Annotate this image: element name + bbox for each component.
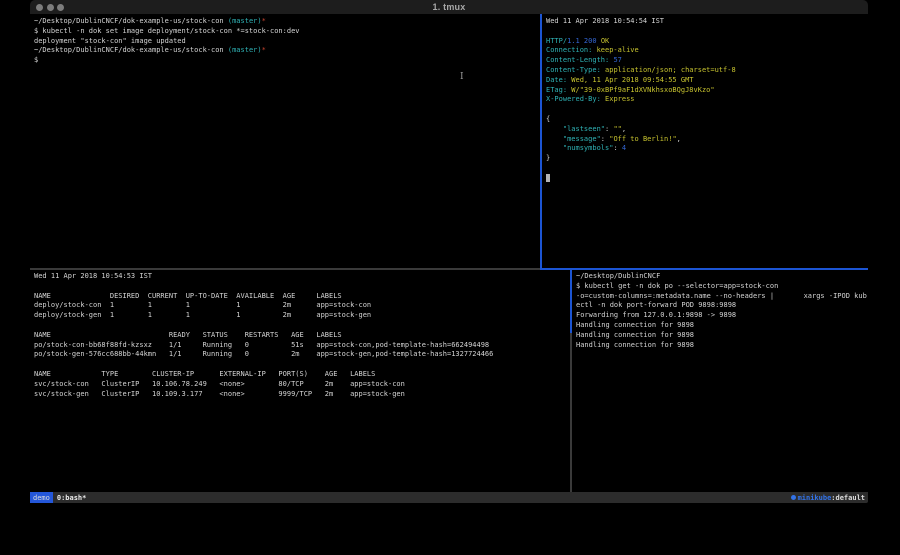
terminal-line: ectl -n dok port-forward POD 9898:9898 xyxy=(576,301,868,311)
terminal-line: ~/Desktop/DublinCNCF/dok-example-us/stoc… xyxy=(34,46,540,56)
kubernetes-helm-icon xyxy=(791,495,796,500)
terminal-line: Connection: keep-alive xyxy=(546,46,868,56)
terminal-line xyxy=(546,174,868,184)
terminal-line: "numsymbols": 4 xyxy=(546,144,868,154)
close-button-icon[interactable] xyxy=(36,4,43,11)
minimize-button-icon[interactable] xyxy=(47,4,54,11)
kube-context-label: minikube xyxy=(798,494,832,502)
tmux-status-bar: demo 0:bash* minikube :default xyxy=(30,492,868,503)
window-title: 1. tmux xyxy=(433,2,466,12)
pane-divider-horizontal-left[interactable] xyxy=(30,268,540,270)
terminal-line: deploy/stock-gen 1 1 1 1 2m app=stock-ge… xyxy=(34,311,570,321)
terminal-line: "lastseen": "", xyxy=(546,125,868,135)
terminal-line: Handling connection for 9898 xyxy=(576,341,868,351)
terminal-line: Forwarding from 127.0.0.1:9898 -> 9898 xyxy=(576,311,868,321)
terminal-line: svc/stock-gen ClusterIP 10.109.3.177 <no… xyxy=(34,390,570,400)
mouse-ibeam-cursor: I xyxy=(460,73,465,82)
terminal-line: X-Powered-By: Express xyxy=(546,95,868,105)
terminal-line: "message": "Off to Berlin!", xyxy=(546,135,868,145)
terminal-line: ~/Desktop/DublinCNCF xyxy=(576,272,868,282)
terminal-line: NAME DESIRED CURRENT UP-TO-DATE AVAILABL… xyxy=(34,292,570,302)
terminal-line: ETag: W/"39-0xBPf9aF1dXVNkhsxoBQgJ8vKzo" xyxy=(546,86,868,96)
terminal-line: Handling connection for 9898 xyxy=(576,321,868,331)
terminal-line: svc/stock-con ClusterIP 10.106.78.249 <n… xyxy=(34,380,570,390)
terminal-line: NAME TYPE CLUSTER-IP EXTERNAL-IP PORT(S)… xyxy=(34,370,570,380)
terminal-line: $ kubectl -n dok set image deployment/st… xyxy=(34,27,540,37)
terminal-line xyxy=(34,282,570,292)
terminal-line: $ xyxy=(34,56,540,66)
terminal-line xyxy=(546,164,868,174)
window-controls xyxy=(36,4,64,11)
tmux-session-name[interactable]: demo xyxy=(30,492,53,503)
title-bar[interactable]: 1. tmux xyxy=(30,0,868,14)
text-cursor xyxy=(546,174,550,182)
pane-kubectl-watch[interactable]: Wed 11 Apr 2018 10:54:53 IST NAME DESIRED… xyxy=(30,269,570,492)
pane-shell-set-image[interactable]: ~/Desktop/DublinCNCF/dok-example-us/stoc… xyxy=(30,14,540,268)
tmux-status-right: minikube :default xyxy=(791,494,865,502)
terminal-line: Content-Length: 57 xyxy=(546,56,868,66)
terminal-line: { xyxy=(546,115,868,125)
pane-divider-vertical-bottom[interactable] xyxy=(570,333,572,492)
terminal-line: Content-Type: application/json; charset=… xyxy=(546,66,868,76)
pane-http-response[interactable]: Wed 11 Apr 2018 10:54:54 IST HTTP/1.1 200… xyxy=(542,14,868,268)
maximize-button-icon[interactable] xyxy=(57,4,64,11)
terminal-line: Wed 11 Apr 2018 10:54:54 IST xyxy=(546,17,868,27)
pane-port-forward[interactable]: ~/Desktop/DublinCNCF$ kubectl get -n dok… xyxy=(572,269,868,492)
terminal-line: po/stock-con-bb68f88fd-kzsxz 1/1 Running… xyxy=(34,341,570,351)
terminal-line: Handling connection for 9898 xyxy=(576,331,868,341)
terminal-line: Wed 11 Apr 2018 10:54:53 IST xyxy=(34,272,570,282)
terminal-line xyxy=(546,27,868,37)
terminal-line: deployment "stock-con" image updated xyxy=(34,37,540,47)
terminal-line: $ kubectl get -n dok po --selector=app=s… xyxy=(576,282,868,292)
kube-namespace-label: :default xyxy=(831,494,865,502)
tmux-window-tab[interactable]: 0:bash* xyxy=(57,494,87,502)
terminal-line xyxy=(34,321,570,331)
terminal-line: } xyxy=(546,154,868,164)
terminal-line: deploy/stock-con 1 1 1 1 2m app=stock-co… xyxy=(34,301,570,311)
terminal-line: NAME READY STATUS RESTARTS AGE LABELS xyxy=(34,331,570,341)
pane-divider-vertical-top[interactable] xyxy=(540,14,542,268)
terminal-line: -o=custom-columns=:metadata.name --no-he… xyxy=(576,292,868,302)
terminal-window: 1. tmux ~/Desktop/DublinCNCF/dok-example… xyxy=(30,0,868,503)
terminal-line xyxy=(546,105,868,115)
terminal-line: Date: Wed, 11 Apr 2018 09:54:55 GMT xyxy=(546,76,868,86)
pane-divider-horizontal-right[interactable] xyxy=(540,268,868,270)
terminal-line: HTTP/1.1 200 OK xyxy=(546,37,868,47)
pane-divider-vertical-bottom-active[interactable] xyxy=(570,269,572,333)
terminal-line: po/stock-gen-576cc688bb-44kmn 1/1 Runnin… xyxy=(34,350,570,360)
terminal-line xyxy=(34,360,570,370)
terminal-line: ~/Desktop/DublinCNCF/dok-example-us/stoc… xyxy=(34,17,540,27)
